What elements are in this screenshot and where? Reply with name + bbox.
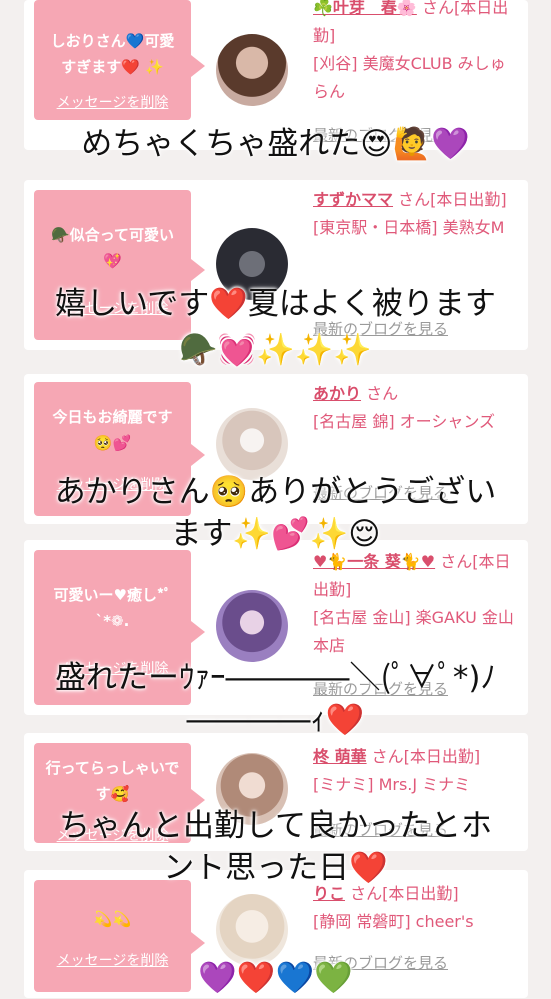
shop-name[interactable]: [刈谷] 美魔女CLUB みしゅらん xyxy=(313,54,506,101)
caption-line: 🪖💓✨✨✨ xyxy=(179,332,372,368)
message-bubble: しおりさん💙可愛すぎます❤️ ✨ メッセージを削除 xyxy=(34,0,205,120)
message-text: しおりさん💙可愛すぎます❤️ ✨ xyxy=(50,32,175,76)
caption-line: めちゃくちゃ盛れた😍🙋💜 xyxy=(81,126,470,162)
message-text: 今日もお綺麗です🥺💕 xyxy=(52,408,173,452)
delete-message-link[interactable]: メッセージを削除 xyxy=(34,92,191,112)
cast-info: すずかママ さん[本日出勤] [東京駅・日本橋] 美熟女M xyxy=(313,186,520,242)
cast-info: あかり さん [名古屋 錦] オーシャンズ xyxy=(313,380,520,436)
caption-line: 嬉しいです❤️夏はよく被ります xyxy=(55,286,496,322)
cast-name[interactable]: ☘️叶芽 春🌸 xyxy=(313,0,417,17)
cast-info: ♥🐈一条 葵🐈♥ さん[本日出勤] [名古屋 金山] 楽GAKU 金山本店 xyxy=(313,548,520,660)
message-text: 🪖似合って可愛い💖 xyxy=(51,226,174,270)
caption-line: ます✨💕✨😌 xyxy=(170,516,381,552)
caption-line: ――――ｨ❤️ xyxy=(186,702,365,738)
shop-name[interactable]: [名古屋 錦] オーシャンズ xyxy=(313,412,495,431)
message-card: 🪖似合って可愛い💖 メッセージを削除 すずかママ さん[本日出勤] [東京駅・日… xyxy=(24,180,528,350)
shop-name[interactable]: [名古屋 金山] 楽GAKU 金山本店 xyxy=(313,608,514,655)
cast-status: さん xyxy=(366,384,399,403)
shop-name[interactable]: [東京駅・日本橋] 美熟女M xyxy=(313,218,504,237)
avatar[interactable] xyxy=(216,894,288,966)
cast-info: 柊 萌華 さん[本日出勤] [ミナミ] Mrs.J ミナミ xyxy=(313,743,520,799)
cast-status: さん[本日出勤] xyxy=(398,190,507,209)
shop-name[interactable]: [静岡 常磐町] cheer's xyxy=(313,912,474,931)
caption-line: ント思った日❤️ xyxy=(163,850,388,886)
avatar[interactable] xyxy=(216,590,288,662)
cast-name[interactable]: すずかママ xyxy=(313,190,393,209)
cast-info: ☘️叶芽 春🌸 さん[本日出勤] [刈谷] 美魔女CLUB みしゅらん xyxy=(313,0,520,106)
cast-name[interactable]: 柊 萌華 xyxy=(313,747,367,766)
avatar[interactable] xyxy=(216,34,288,106)
avatar[interactable] xyxy=(216,408,288,480)
message-text: 行ってらっしゃいです🥰 xyxy=(45,759,180,803)
shop-name[interactable]: [ミナミ] Mrs.J ミナミ xyxy=(313,775,470,794)
cast-status: さん[本日出勤] xyxy=(371,747,481,766)
cast-info: りこ さん[本日出勤] [静岡 常磐町] cheer's xyxy=(313,880,520,936)
caption-line: 💜❤️💙💚 xyxy=(198,960,353,996)
caption-line: あかりさん🥺ありがとうござい xyxy=(54,474,497,510)
caption-line: ちゃんと出勤して良かったとホ xyxy=(58,808,493,844)
message-text: 可愛いー♥癒し*ﾟ`*❁. xyxy=(53,586,172,630)
cast-name[interactable]: あかり xyxy=(313,384,361,403)
caption-line: 盛れたーｳｧｰ――――＼(ﾟ∀ﾟ*)ﾉ xyxy=(54,660,497,696)
cast-name[interactable]: ♥🐈一条 葵🐈♥ xyxy=(313,552,435,571)
